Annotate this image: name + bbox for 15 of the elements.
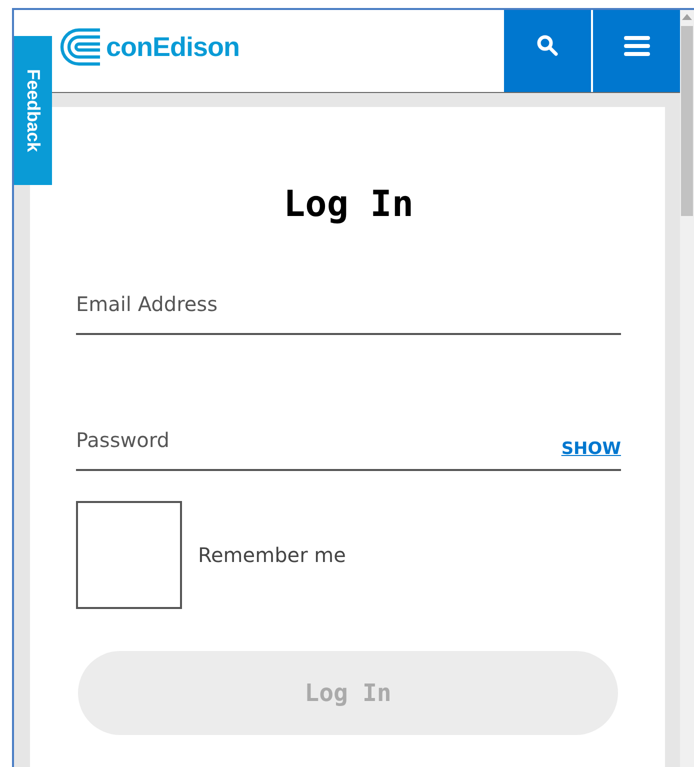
logo-text[interactable]: conEdison	[106, 32, 240, 62]
page-title: Log In	[282, 183, 415, 227]
email-field[interactable]: Email Address	[76, 285, 621, 335]
search-icon	[536, 34, 560, 58]
menu-button[interactable]	[593, 10, 680, 92]
scrollbar[interactable]	[680, 10, 694, 767]
search-button[interactable]	[504, 10, 591, 92]
scroll-thumb[interactable]	[681, 26, 693, 216]
logo-icon	[60, 28, 100, 66]
checkbox-label[interactable]: Remember me	[198, 543, 346, 567]
menu-icon	[622, 35, 650, 57]
checkbox[interactable]	[76, 501, 182, 609]
scroll-up-icon[interactable]	[682, 14, 692, 20]
show-password-link[interactable]: SHOW	[561, 439, 621, 459]
feedback-tab[interactable]: Feedback	[14, 36, 52, 185]
